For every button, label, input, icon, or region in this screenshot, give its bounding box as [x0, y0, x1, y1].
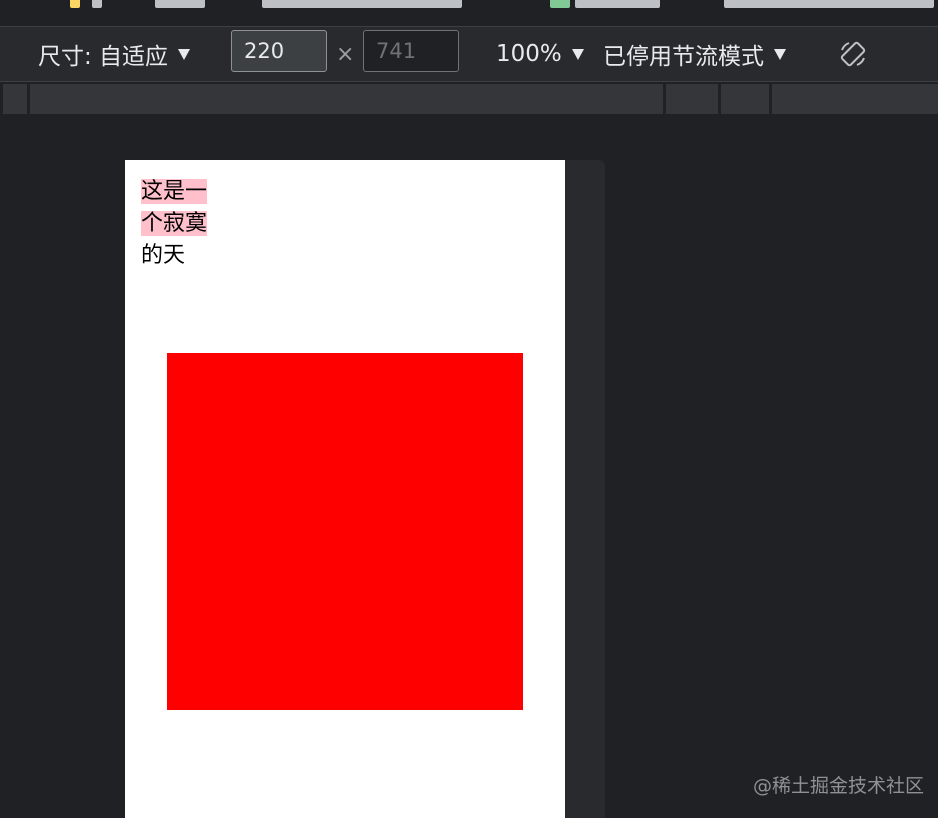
throttle-label: 已停用节流模式 [603, 44, 764, 70]
device-viewport: 这是一个寂寞的天 [125, 160, 565, 818]
highlighted-text: 这是一个寂寞 [141, 179, 208, 236]
top-strip-fragment [92, 0, 102, 8]
top-strip-fragment [575, 0, 660, 8]
watermark: @稀土掘金技术社区 [753, 775, 925, 797]
media-query-bar [0, 82, 938, 116]
height-input[interactable] [363, 30, 459, 72]
zoom-dropdown[interactable]: 100% [496, 27, 584, 81]
device-toolbar: 尺寸: 自适应 × 100% 已停用节流模式 [0, 27, 938, 82]
page-text: 这是一个寂寞的天 [141, 176, 223, 272]
width-input[interactable] [231, 30, 327, 72]
top-strip-fragment [70, 0, 80, 8]
throttle-dropdown[interactable]: 已停用节流模式 [603, 27, 786, 81]
zoom-label: 100% [496, 41, 562, 67]
viewport-resize-handle[interactable] [565, 160, 605, 818]
media-query-segment[interactable] [0, 84, 27, 114]
top-strip-fragment [155, 0, 205, 8]
plain-text: 的天 [141, 243, 186, 268]
chevron-down-icon [571, 48, 584, 60]
red-box [167, 353, 523, 710]
top-strip-fragment [550, 0, 570, 8]
top-strip-fragment [262, 0, 462, 8]
dimensions-label: 尺寸: 自适应 [38, 44, 169, 70]
media-query-segment[interactable] [769, 84, 938, 114]
media-query-segment[interactable] [27, 84, 663, 114]
top-toolbar-strip [0, 0, 938, 27]
times-symbol: × [336, 41, 355, 67]
chevron-down-icon [774, 48, 786, 60]
rotate-icon[interactable] [838, 39, 868, 69]
top-strip-fragment [724, 0, 934, 8]
dimensions-dropdown[interactable]: 尺寸: 自适应 [38, 27, 191, 81]
media-query-segment[interactable] [718, 84, 769, 114]
chevron-down-icon [178, 48, 191, 60]
media-query-segment[interactable] [663, 84, 718, 114]
